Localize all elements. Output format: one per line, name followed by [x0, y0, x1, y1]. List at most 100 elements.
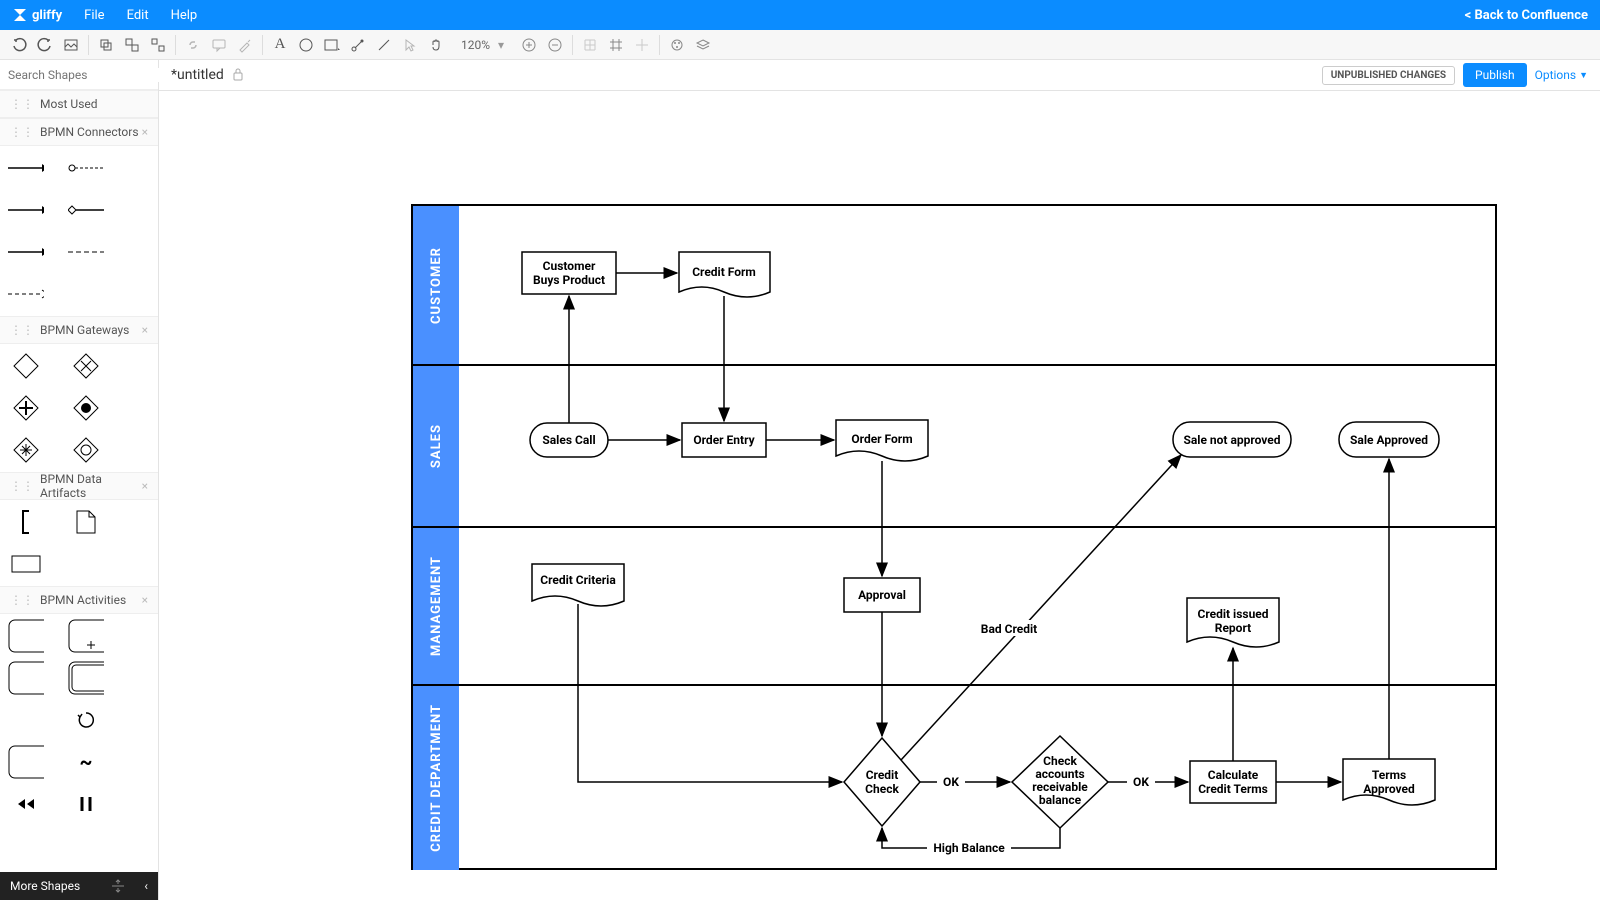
- collapse-icon[interactable]: ‹: [144, 879, 148, 893]
- lane-header-management[interactable]: MANAGEMENT: [413, 528, 459, 684]
- connector-tool-button[interactable]: [345, 32, 371, 58]
- shape-tilde[interactable]: ~: [68, 750, 104, 774]
- menubar: gliffy File Edit Help < Back to Confluen…: [0, 0, 1600, 30]
- svg-text:Check: Check: [1043, 754, 1077, 768]
- shape-gateway[interactable]: [8, 354, 44, 378]
- svg-text:Calculate: Calculate: [1208, 768, 1259, 782]
- category-bpmn-gateways[interactable]: ⋮⋮BPMN Gateways×: [0, 316, 158, 344]
- menu-file[interactable]: File: [84, 8, 104, 23]
- category-bpmn-activities[interactable]: ⋮⋮BPMN Activities×: [0, 586, 158, 614]
- shape-task[interactable]: [8, 624, 44, 648]
- group-button[interactable]: [119, 32, 145, 58]
- shape-gateway-x[interactable]: [68, 354, 104, 378]
- eyedropper-button[interactable]: [232, 32, 258, 58]
- shape-arrow-solid[interactable]: [8, 156, 44, 180]
- shape-arrow-plain[interactable]: [8, 240, 44, 264]
- lane-header-customer[interactable]: CUSTOMER: [413, 206, 459, 364]
- pointer-tool-button[interactable]: [397, 32, 423, 58]
- shape-arrow-dashed-open[interactable]: [8, 282, 44, 306]
- theme-button[interactable]: [664, 32, 690, 58]
- publish-button[interactable]: Publish: [1463, 63, 1527, 87]
- grip-icon: ⋮⋮: [10, 593, 34, 607]
- shape-task-simple[interactable]: [8, 750, 44, 774]
- snap-button[interactable]: [603, 32, 629, 58]
- zoom-in-button[interactable]: [516, 32, 542, 58]
- shape-line-dashed[interactable]: [68, 240, 104, 264]
- shape-gateway-star-filled[interactable]: [68, 396, 104, 420]
- hand-tool-button[interactable]: [423, 32, 449, 58]
- shape-arrow-circle-dashed[interactable]: [68, 156, 104, 180]
- shape-gateway-asterisk[interactable]: [8, 438, 44, 462]
- toolbar: A 120% ▾: [0, 30, 1600, 60]
- zoom-dropdown-icon[interactable]: ▾: [498, 38, 504, 52]
- zoom-value[interactable]: 120%: [461, 38, 490, 52]
- shape-bars[interactable]: [68, 792, 104, 816]
- lane-header-credit[interactable]: CREDIT DEPARTMENT: [413, 686, 459, 870]
- back-to-confluence-link[interactable]: < Back to Confluence: [1465, 8, 1588, 23]
- search-input[interactable]: [8, 68, 164, 82]
- menu-edit[interactable]: Edit: [127, 8, 149, 23]
- svg-text:Approval: Approval: [858, 588, 906, 602]
- svg-text:Credit Criteria: Credit Criteria: [540, 573, 616, 587]
- category-bpmn-connectors[interactable]: ⋮⋮BPMN Connectors×: [0, 118, 158, 146]
- line-tool-button[interactable]: [371, 32, 397, 58]
- close-icon[interactable]: ×: [142, 323, 148, 337]
- svg-text:Report: Report: [1215, 621, 1251, 635]
- svg-text:Order Entry: Order Entry: [693, 433, 755, 447]
- ungroup-button[interactable]: [145, 32, 171, 58]
- shape-arrow-filled[interactable]: [8, 198, 44, 222]
- shape-document[interactable]: [68, 510, 104, 534]
- copy-button[interactable]: [93, 32, 119, 58]
- document-title[interactable]: *untitled: [171, 67, 224, 83]
- diagram-svg: Customer Buys Product Credit Form Sales …: [459, 204, 1499, 870]
- text-tool-button[interactable]: A: [267, 32, 293, 58]
- svg-text:Buys Product: Buys Product: [533, 273, 605, 287]
- grip-icon: ⋮⋮: [10, 125, 34, 139]
- shape-gateway-circle[interactable]: [68, 438, 104, 462]
- lock-icon: [232, 66, 244, 85]
- connectors-shapes: [0, 146, 158, 316]
- link-button[interactable]: [180, 32, 206, 58]
- category-most-used[interactable]: ⋮⋮Most Used: [0, 90, 158, 118]
- rect-tool-button[interactable]: [319, 32, 345, 58]
- lane-header-sales[interactable]: SALES: [413, 366, 459, 526]
- close-icon[interactable]: ×: [142, 479, 148, 493]
- guides-button[interactable]: [629, 32, 655, 58]
- svg-text:Bad Credit: Bad Credit: [981, 622, 1037, 636]
- shape-bracket[interactable]: [8, 510, 44, 534]
- svg-text:Credit: Credit: [866, 768, 899, 782]
- shape-gateway-plus[interactable]: [8, 396, 44, 420]
- shape-task-plus[interactable]: [68, 624, 104, 648]
- shape-arrow-diamond[interactable]: [68, 198, 104, 222]
- close-icon[interactable]: ×: [142, 593, 148, 607]
- close-icon[interactable]: ×: [142, 125, 148, 139]
- redo-button[interactable]: [32, 32, 58, 58]
- shape-rewind[interactable]: [8, 792, 44, 816]
- image-button[interactable]: [58, 32, 84, 58]
- zoom-out-button[interactable]: [542, 32, 568, 58]
- edge-badcredit[interactable]: [901, 455, 1181, 760]
- menu-help[interactable]: Help: [171, 8, 198, 23]
- shape-task-rounded[interactable]: [8, 666, 44, 690]
- grip-icon: ⋮⋮: [10, 323, 34, 337]
- split-icon: [110, 878, 126, 894]
- shape-task-double[interactable]: [68, 666, 104, 690]
- shape-rect[interactable]: [8, 552, 44, 576]
- layers-button[interactable]: [690, 32, 716, 58]
- ellipse-tool-button[interactable]: [293, 32, 319, 58]
- grid-button[interactable]: [577, 32, 603, 58]
- shape-loop-icon[interactable]: [68, 708, 104, 732]
- svg-text:Order Form: Order Form: [851, 432, 912, 446]
- comment-button[interactable]: [206, 32, 232, 58]
- svg-text:OK: OK: [1133, 775, 1149, 789]
- options-dropdown[interactable]: Options ▼: [1535, 68, 1588, 82]
- shape-task-loop[interactable]: [8, 708, 44, 732]
- svg-text:Credit Form: Credit Form: [692, 265, 756, 279]
- svg-text:Sale not approved: Sale not approved: [1183, 433, 1280, 447]
- edge-criteria-creditcheck[interactable]: [578, 604, 842, 782]
- shape-search[interactable]: [0, 60, 158, 90]
- category-bpmn-artifacts[interactable]: ⋮⋮BPMN Data Artifacts×: [0, 472, 158, 500]
- more-shapes-bar[interactable]: More Shapes ‹: [0, 872, 158, 900]
- canvas[interactable]: CUSTOMER SALES MANAGEMENT CREDIT DEPARTM…: [159, 91, 1600, 900]
- undo-button[interactable]: [6, 32, 32, 58]
